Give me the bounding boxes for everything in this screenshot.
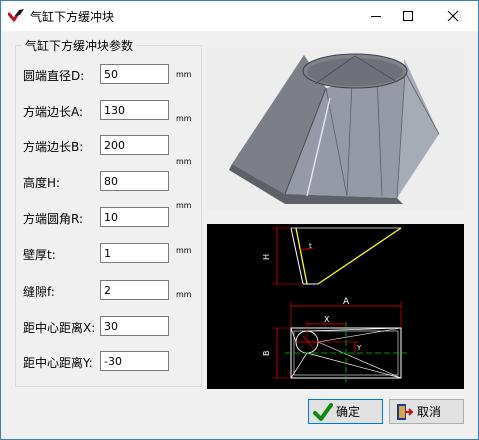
dim-label-x: X xyxy=(324,315,330,324)
param-input-t[interactable] xyxy=(100,243,169,263)
param-input-b[interactable] xyxy=(100,135,169,155)
dim-label-y: Y xyxy=(356,344,362,352)
minimize-button[interactable] xyxy=(361,1,391,30)
param-input-x[interactable] xyxy=(100,316,169,336)
window-title: 气缸下方缓冲块 xyxy=(30,10,115,24)
param-unit-h: mm xyxy=(176,201,192,210)
param-unit-r: mm xyxy=(176,246,192,255)
param-label-r: 方端圆角R: xyxy=(23,212,84,226)
cancel-button-label: 取消 xyxy=(417,405,442,419)
dialog-window: 气缸下方缓冲块 气缸下方缓冲块参数 圆端直径D: mm 方端边长A: mm 方端… xyxy=(0,0,479,440)
maximize-icon xyxy=(403,10,413,21)
param-label-h: 高度H: xyxy=(23,176,61,190)
param-label-b: 方端边长B: xyxy=(23,140,84,154)
param-input-d[interactable] xyxy=(100,64,169,84)
dim-label-t: t xyxy=(309,242,312,250)
param-unit-t: mm xyxy=(176,290,192,299)
dim-label-h: H xyxy=(262,254,271,260)
param-label-t: 壁厚t: xyxy=(23,248,56,262)
checkmark-icon xyxy=(313,402,333,421)
param-unit-d: mm xyxy=(176,70,192,79)
model-3d-preview xyxy=(207,46,464,211)
dimension-drawing: H t A X B Y xyxy=(207,224,464,389)
dim-label-a: A xyxy=(343,297,350,307)
title-bar[interactable]: 气缸下方缓冲块 xyxy=(1,1,478,31)
param-input-h[interactable] xyxy=(100,171,169,191)
close-button[interactable] xyxy=(438,1,468,30)
param-unit-a: mm xyxy=(176,114,192,123)
params-group-title: 气缸下方缓冲块参数 xyxy=(22,37,137,54)
minimize-icon xyxy=(371,15,381,17)
cancel-button[interactable]: 取消 xyxy=(389,399,464,424)
param-input-y[interactable] xyxy=(100,351,169,371)
app-logo-icon xyxy=(8,9,24,22)
ok-button-label: 确定 xyxy=(336,405,361,419)
param-input-f[interactable] xyxy=(100,280,169,300)
param-label-f: 缝隙f: xyxy=(23,285,55,299)
param-input-a[interactable] xyxy=(100,100,169,120)
maximize-button[interactable] xyxy=(393,1,423,30)
param-unit-b: mm xyxy=(176,157,192,166)
param-label-x: 距中心距离X: xyxy=(23,321,96,335)
close-icon xyxy=(447,10,459,21)
exit-door-icon xyxy=(397,403,414,420)
param-label-d: 圆端直径D: xyxy=(23,69,85,83)
param-input-r[interactable] xyxy=(100,207,169,227)
dim-label-b: B xyxy=(262,351,271,357)
param-label-y: 距中心距离Y: xyxy=(23,356,93,370)
param-label-a: 方端边长A: xyxy=(23,105,84,119)
ok-button[interactable]: 确定 xyxy=(308,399,383,424)
